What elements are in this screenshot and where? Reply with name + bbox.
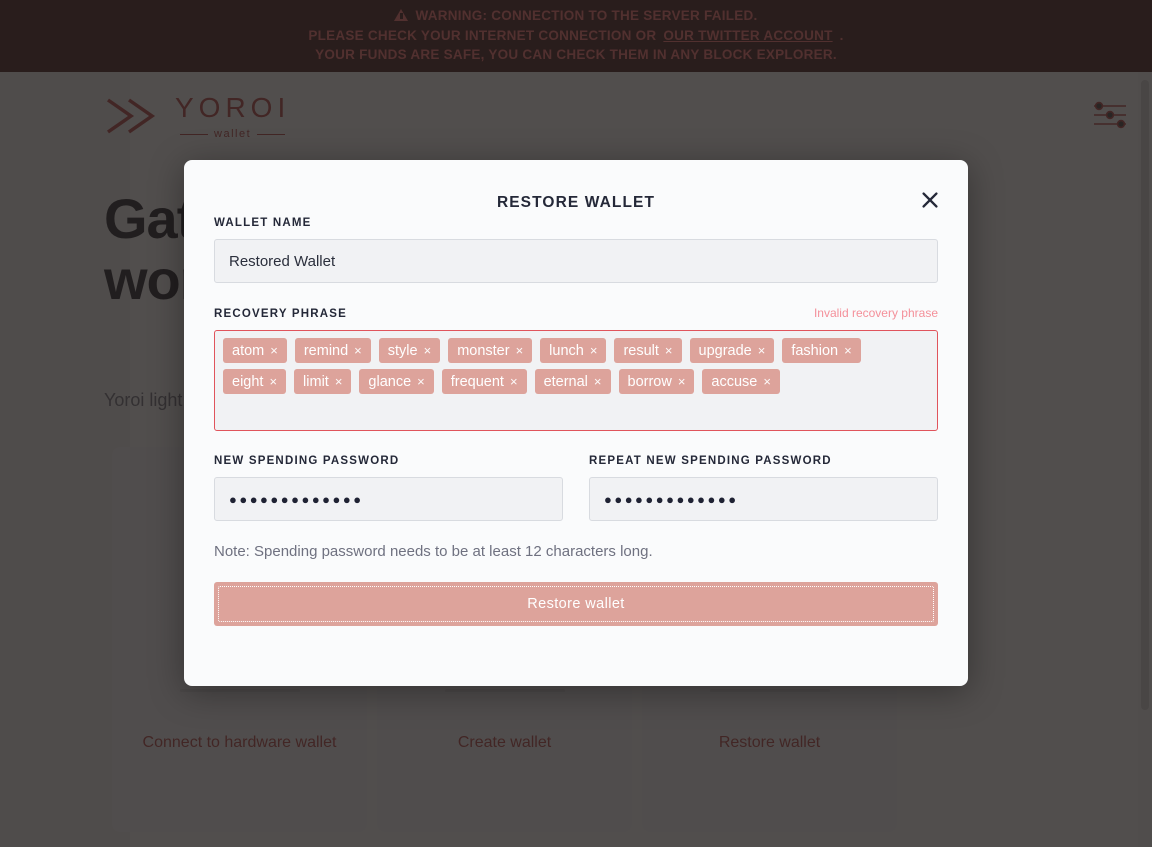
wallet-name-label: Wallet name — [214, 217, 312, 229]
recovery-word-chip[interactable]: remind × — [294, 338, 371, 363]
recovery-word-chip[interactable]: upgrade × — [689, 338, 775, 363]
recovery-word-label: limit — [303, 373, 329, 390]
recovery-word-label: accuse — [711, 373, 758, 390]
remove-word-icon[interactable]: × — [590, 343, 598, 358]
dialog-body: Wallet name Restored Wallet Recovery phr… — [214, 217, 938, 626]
password-note: Note: Spending password needs to be at l… — [214, 543, 653, 560]
new-password-label: New spending password — [214, 455, 400, 467]
recovery-phrase-error: Invalid recovery phrase — [813, 306, 938, 320]
restore-wallet-button-label: Restore wallet — [527, 596, 625, 612]
recovery-word-chip[interactable]: eight × — [223, 369, 287, 394]
new-password-input[interactable]: ●●●●●●●●●●●●● — [214, 477, 563, 521]
remove-word-icon[interactable]: × — [354, 343, 362, 358]
remove-word-icon[interactable]: × — [844, 343, 852, 358]
remove-word-icon[interactable]: × — [270, 343, 278, 358]
remove-word-icon[interactable]: × — [269, 374, 277, 389]
recovery-word-label: monster — [457, 342, 510, 359]
remove-word-icon[interactable]: × — [510, 374, 518, 389]
recovery-word-label: style — [387, 342, 418, 359]
recovery-word-chip[interactable]: atom × — [223, 338, 287, 363]
wallet-name-input[interactable]: Restored Wallet — [214, 239, 938, 283]
recovery-word-label: upgrade — [698, 342, 752, 359]
recovery-word-label: remind — [303, 342, 349, 359]
repeat-password-field: Repeat new spending password ●●●●●●●●●●●… — [589, 455, 938, 521]
remove-word-icon[interactable]: × — [665, 343, 673, 358]
recovery-word-label: eight — [232, 373, 264, 390]
recovery-word-label: glance — [368, 373, 412, 390]
recovery-word-label: atom — [232, 342, 265, 359]
recovery-word-label: frequent — [450, 373, 504, 390]
recovery-word-label: fashion — [791, 342, 839, 359]
password-row: New spending password ●●●●●●●●●●●●● Repe… — [214, 455, 938, 521]
repeat-password-label: Repeat new spending password — [589, 455, 832, 467]
new-password-value: ●●●●●●●●●●●●● — [229, 491, 364, 507]
remove-word-icon[interactable]: × — [516, 343, 524, 358]
remove-word-icon[interactable]: × — [594, 374, 602, 389]
restore-wallet-dialog: Restore wallet Wallet name Restored Wall… — [184, 160, 968, 686]
recovery-word-chip[interactable]: borrow × — [618, 369, 695, 394]
recovery-word-chip[interactable]: frequent × — [441, 369, 527, 394]
close-icon-glyph — [922, 192, 938, 208]
recovery-word-label: result — [623, 342, 659, 359]
recovery-word-chip[interactable]: lunch × — [540, 338, 607, 363]
remove-word-icon[interactable]: × — [758, 343, 766, 358]
recovery-word-chip[interactable]: limit × — [294, 369, 352, 394]
recovery-word-chip[interactable]: style × — [378, 338, 441, 363]
close-icon[interactable] — [916, 186, 944, 214]
recovery-word-chip[interactable]: result × — [614, 338, 682, 363]
restore-wallet-button[interactable]: Restore wallet — [214, 582, 938, 626]
recovery-word-chip[interactable]: fashion × — [782, 338, 861, 363]
recovery-phrase-label: Recovery phrase — [214, 308, 348, 320]
dialog-title: Restore wallet — [496, 194, 656, 211]
recovery-word-label: borrow — [627, 373, 672, 390]
remove-word-icon[interactable]: × — [763, 374, 771, 389]
wallet-name-value: Restored Wallet — [229, 252, 336, 270]
recovery-word-chip[interactable]: eternal × — [534, 369, 611, 394]
recovery-word-label: lunch — [549, 342, 584, 359]
remove-word-icon[interactable]: × — [417, 374, 425, 389]
recovery-word-chip[interactable]: accuse × — [702, 369, 780, 394]
remove-word-icon[interactable]: × — [678, 374, 686, 389]
repeat-password-value: ●●●●●●●●●●●●● — [604, 491, 739, 507]
new-password-field: New spending password ●●●●●●●●●●●●● — [214, 455, 563, 521]
remove-word-icon[interactable]: × — [335, 374, 343, 389]
recovery-word-chip[interactable]: glance × — [359, 369, 434, 394]
recovery-phrase-input[interactable]: atom × remind × style × monster × lunch × result × u… — [214, 330, 938, 431]
recovery-word-chip[interactable]: monster × — [448, 338, 533, 363]
remove-word-icon[interactable]: × — [424, 343, 432, 358]
repeat-password-input[interactable]: ●●●●●●●●●●●●● — [589, 477, 938, 521]
recovery-word-label: eternal — [543, 373, 588, 390]
recovery-phrase-header: Recovery phrase Invalid recovery phrase — [214, 306, 938, 320]
